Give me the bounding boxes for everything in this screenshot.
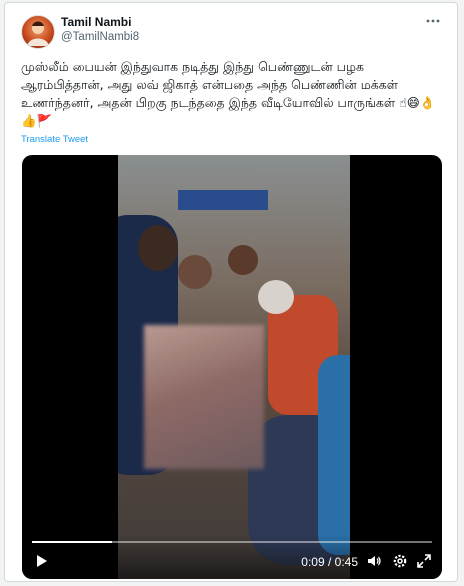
tweet-body: முஸ்லீம் பையன் இந்துவாக நடித்து இந்து பெ… [21,59,399,110]
fullscreen-icon[interactable] [416,553,432,569]
video-player[interactable]: 0:09 / 0:45 [22,155,442,579]
avatar[interactable] [21,15,55,49]
person-shape [178,255,212,289]
more-icon[interactable] [423,13,443,29]
play-icon[interactable] [34,553,50,569]
person-shape [258,280,294,314]
progress-fill [32,541,112,543]
person-shape [138,225,178,271]
author-name[interactable]: Tamil Nambi [61,15,131,29]
translate-tweet-link[interactable]: Translate Tweet [21,134,88,145]
person-shape [228,245,258,275]
tweet-card: Tamil Nambi @TamilNambi8 முஸ்லீம் பையன் … [4,2,458,582]
shop-sign [178,190,268,210]
volume-icon[interactable] [366,553,382,569]
settings-icon[interactable] [392,553,408,569]
video-controls: 0:09 / 0:45 [22,535,442,579]
author-handle[interactable]: @TamilNambi8 [61,31,139,43]
blurred-region [144,325,264,469]
progress-bar[interactable] [32,541,432,543]
avatar-image [27,21,49,46]
tweet-text: முஸ்லீம் பையன் இந்துவாக நடித்து இந்து பெ… [21,58,441,130]
person-shape [318,355,350,555]
video-time: 0:09 / 0:45 [301,555,358,569]
video-frame[interactable] [118,155,350,579]
